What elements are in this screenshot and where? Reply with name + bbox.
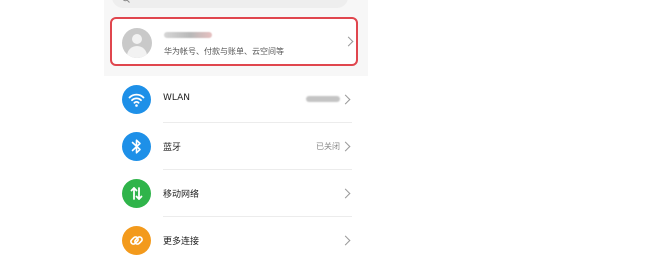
avatar-head — [132, 34, 142, 44]
account-name-redacted — [164, 32, 212, 38]
settings-item-bluetooth[interactable]: 蓝牙 已关闭 — [104, 123, 368, 170]
settings-item-more-connections[interactable]: 更多连接 — [104, 217, 368, 260]
page: 华为帐号、付款与账单、云空间等 WLAN 蓝牙 已关闭 移动网络 更多连接 — [0, 0, 650, 260]
chevron-right-icon — [340, 94, 351, 105]
search-icon — [122, 0, 130, 3]
wifi-icon — [122, 85, 151, 114]
chevron-right-icon — [343, 36, 354, 47]
settings-item-label: WLAN — [163, 93, 191, 103]
avatar — [122, 28, 152, 58]
bluetooth-icon — [122, 132, 151, 161]
settings-item-label: 更多连接 — [163, 237, 200, 247]
settings-item-wlan[interactable]: WLAN — [104, 76, 368, 123]
wlan-network-name-redacted — [306, 96, 340, 102]
account-card[interactable]: 华为帐号、付款与账单、云空间等 — [110, 17, 358, 66]
settings-item-label: 移动网络 — [163, 190, 200, 200]
avatar-shoulders — [127, 46, 147, 58]
link-icon — [122, 226, 151, 255]
chevron-right-icon — [340, 188, 351, 199]
chevron-right-icon — [340, 235, 351, 246]
mobile-data-icon — [122, 179, 151, 208]
bluetooth-status: 已关闭 — [316, 142, 340, 151]
settings-item-mobile-network[interactable]: 移动网络 — [104, 170, 368, 217]
search-bar[interactable] — [112, 0, 348, 8]
chevron-right-icon — [340, 141, 351, 152]
account-subtitle: 华为帐号、付款与账单、云空间等 — [164, 47, 284, 56]
settings-list: WLAN 蓝牙 已关闭 移动网络 更多连接 — [104, 76, 368, 260]
settings-item-label: 蓝牙 — [163, 143, 182, 153]
